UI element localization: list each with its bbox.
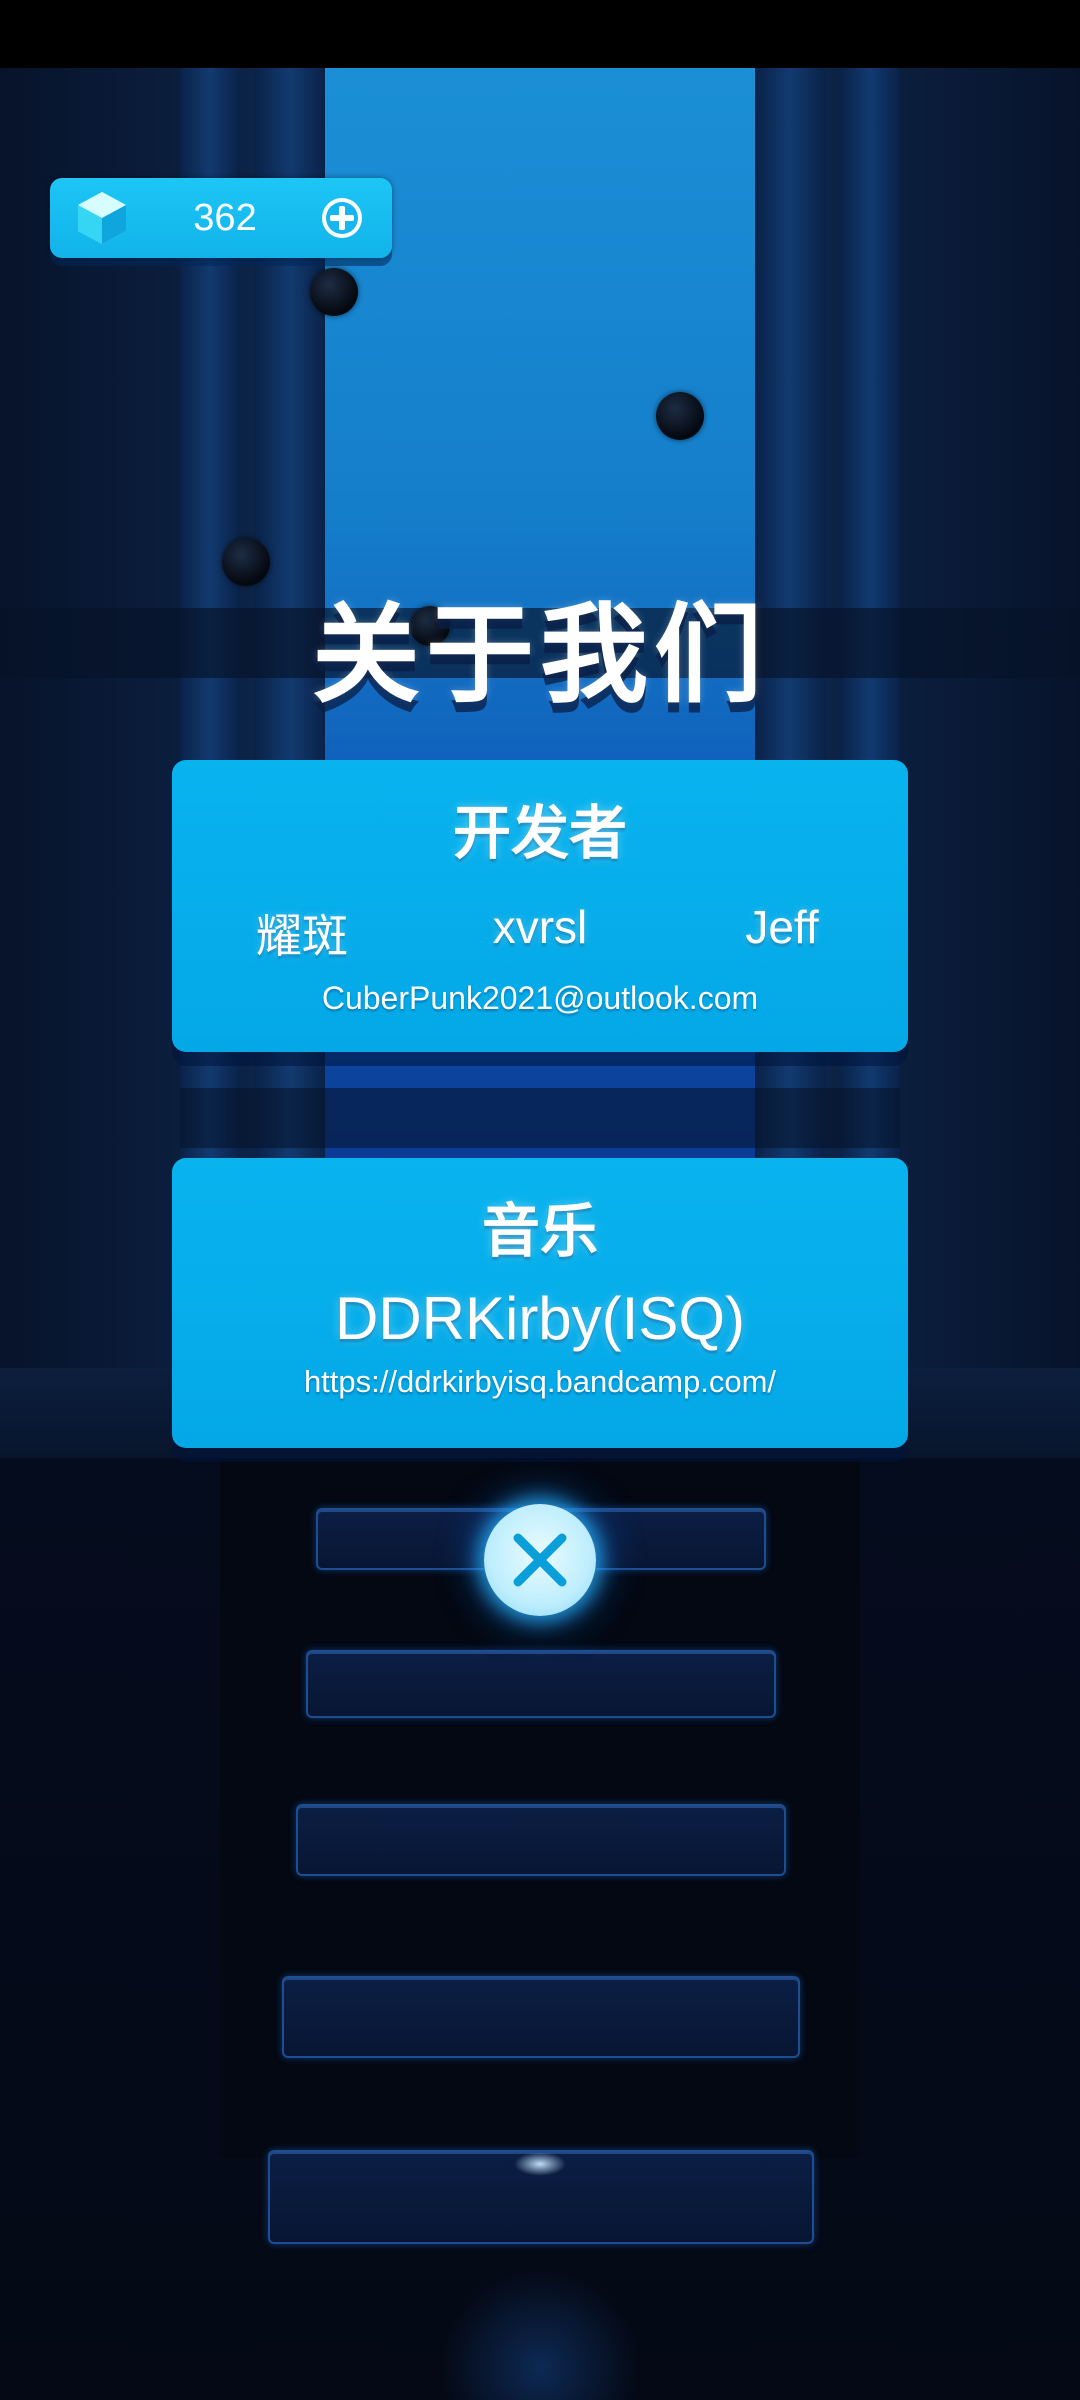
close-icon [513, 1533, 567, 1587]
developer-name: xvrsl [492, 901, 588, 953]
background-beam [180, 1088, 900, 1148]
stair-step [282, 1976, 800, 2058]
developer-name: Jeff [745, 901, 819, 953]
game-screen: 362 关于我们 开发者 耀斑 xvrsl Jeff CuberPunk2021… [0, 0, 1080, 2400]
music-link[interactable]: https://ddrkirbyisq.bandcamp.com/ [172, 1364, 908, 1400]
gem-icon [76, 190, 128, 246]
contact-email[interactable]: CuberPunk2021@outlook.com [172, 980, 908, 1017]
page-title: 关于我们 [311, 593, 768, 718]
step-light-glow [514, 2152, 566, 2176]
music-heading: 音乐 [481, 1197, 598, 1265]
close-button[interactable] [484, 1504, 596, 1616]
stair-step [306, 1650, 776, 1718]
developer-name: 耀斑 [256, 909, 348, 963]
music-artist: DDRKirby(ISQ) [334, 1285, 745, 1352]
music-card: 音乐 DDRKirby(ISQ) https://ddrkirbyisq.ban… [172, 1158, 908, 1448]
developers-heading: 开发者 [452, 799, 627, 867]
status-bar [0, 0, 1080, 68]
currency-counter: 362 [50, 178, 392, 258]
developers-card: 开发者 耀斑 xvrsl Jeff CuberPunk2021@outlook.… [172, 760, 908, 1052]
floating-orb [656, 392, 704, 440]
floating-orb [310, 268, 358, 316]
stair-step [296, 1804, 786, 1876]
plus-icon[interactable] [320, 196, 364, 240]
background-floor-light [440, 2268, 640, 2400]
currency-amount: 362 [193, 197, 257, 239]
